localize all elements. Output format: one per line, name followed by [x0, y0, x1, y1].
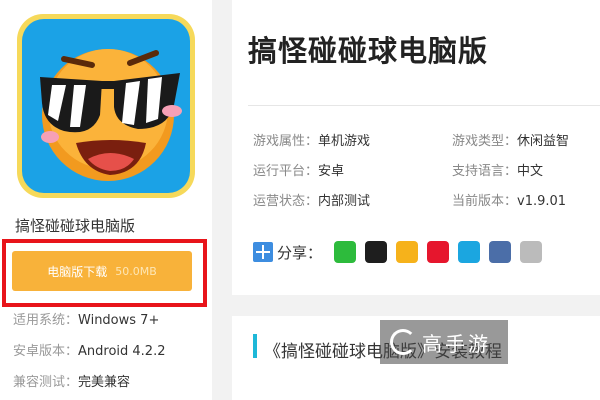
attr-value: 单机游戏 — [318, 134, 371, 149]
watermark: 高手游 — [380, 320, 508, 364]
spec-value: Android 4.2.2 — [78, 344, 166, 359]
share-plus-icon[interactable] — [253, 242, 273, 262]
attr-label: 运行平台： — [253, 164, 319, 179]
attr-label: 当前版本： — [452, 194, 518, 209]
attr-property: 游戏属性：单机游戏 — [253, 130, 370, 149]
qzone-icon[interactable] — [396, 241, 419, 263]
app-icon — [17, 14, 195, 198]
attr-value: v1.9.01 — [517, 194, 567, 209]
watermark-text: 高手游 — [422, 331, 491, 356]
spec-value: 完美兼容 — [78, 375, 131, 390]
attr-label: 运营状态： — [253, 194, 319, 209]
download-size: 50.0MB — [115, 264, 157, 278]
spec-label: 适用系统： — [13, 313, 79, 328]
app-name: 搞怪碰碰球电脑版 — [15, 217, 136, 235]
sunglasses-emoji-app-icon — [40, 49, 182, 181]
spec-android: 安卓版本：Android 4.2.2 — [13, 340, 166, 359]
attr-version: 当前版本：v1.9.01 — [452, 190, 566, 209]
attr-label: 游戏属性： — [253, 134, 319, 149]
download-label: 电脑版下载 — [47, 264, 108, 279]
pc-download-button[interactable]: 电脑版下载 50.0MB — [12, 251, 192, 291]
attr-label: 支持语言： — [452, 164, 518, 179]
tencent-weibo-icon[interactable] — [458, 241, 481, 263]
attr-type: 游戏类型：休闲益智 — [452, 130, 569, 149]
spec-label: 兼容测试： — [13, 375, 79, 390]
spec-label: 安卓版本： — [13, 344, 79, 359]
spec-system: 适用系统：Windows 7+ — [13, 309, 159, 328]
attr-label: 游戏类型： — [452, 134, 518, 149]
section-accent-bar — [253, 334, 257, 358]
attr-platform: 运行平台：安卓 — [253, 160, 344, 179]
attr-value: 休闲益智 — [517, 134, 570, 149]
divider — [248, 105, 600, 106]
page-title: 搞怪碰碰球电脑版 — [248, 34, 489, 68]
attr-language: 支持语言：中文 — [452, 160, 543, 179]
qq-icon[interactable] — [365, 241, 388, 263]
attr-value: 安卓 — [318, 164, 345, 179]
copy-icon[interactable] — [520, 241, 543, 263]
attr-value: 中文 — [517, 164, 544, 179]
attr-status: 运营状态：内部测试 — [253, 190, 370, 209]
spec-compat: 兼容测试：完美兼容 — [13, 371, 130, 390]
print-icon[interactable] — [489, 241, 512, 263]
share-label: 分享： — [277, 243, 323, 262]
weibo-icon[interactable] — [427, 241, 450, 263]
wechat-icon[interactable] — [334, 241, 357, 263]
watermark-logo-icon — [390, 329, 416, 355]
spec-value: Windows 7+ — [78, 313, 160, 328]
attr-value: 内部测试 — [318, 194, 371, 209]
share-bar: 分享： — [253, 238, 551, 266]
